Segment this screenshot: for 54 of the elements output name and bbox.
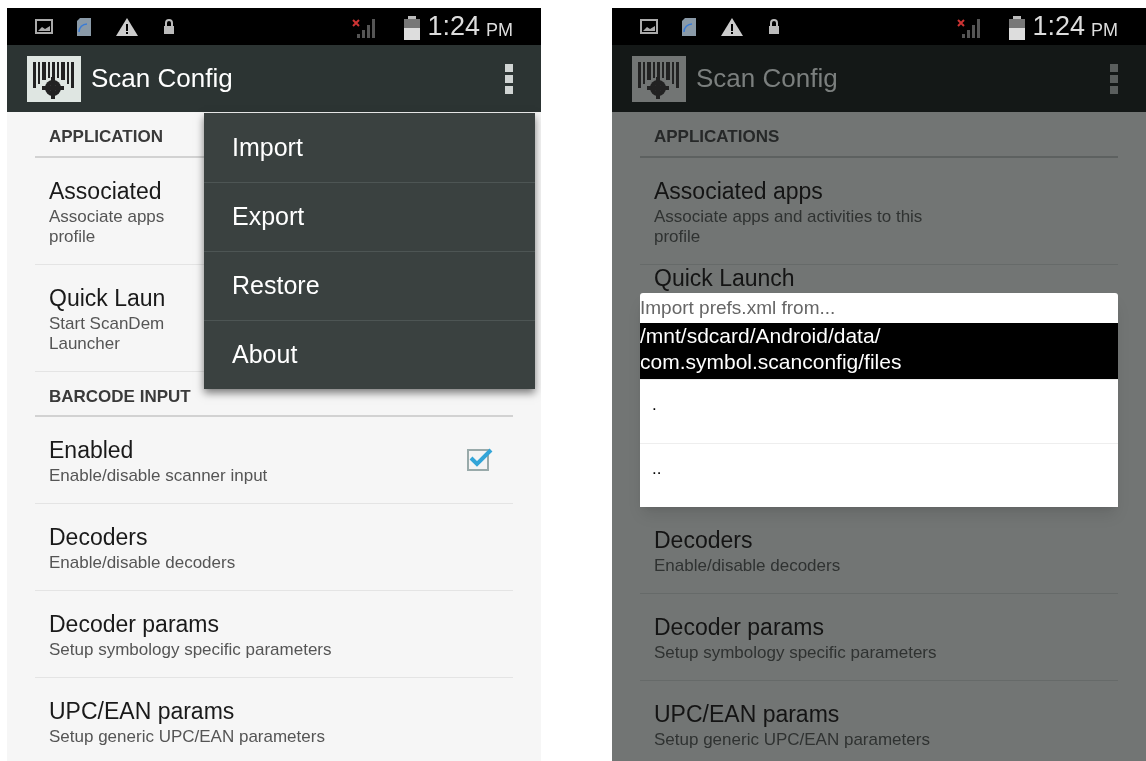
battery-icon [1008, 16, 1027, 40]
app-logo-icon [27, 55, 81, 102]
setting-summary: Setup generic UPC/EAN parameters [654, 729, 930, 750]
setting-summary: Setup generic UPC/EAN parameters [49, 727, 325, 747]
setting-title[interactable]: UPC/EAN params [49, 695, 235, 727]
sd-card-icon [77, 17, 91, 36]
setting-title[interactable]: Decoders [654, 523, 753, 556]
setting-summary: Start ScanDem [49, 313, 165, 334]
menu-item[interactable]: Import [204, 113, 535, 182]
folder-option[interactable]: . [640, 378, 1118, 443]
setting-title[interactable]: Associated [49, 174, 162, 207]
setting-summary: Setup symbology specific parameters [654, 642, 937, 663]
setting-title[interactable]: Decoder params [654, 610, 825, 643]
folder-option[interactable]: /mnt/sdcard/Android/data/ com.symbol.scanconfig/files [640, 322, 1118, 379]
picture-icon [35, 19, 53, 34]
app-title: Scan Config [91, 62, 234, 95]
overflow-menu-icon[interactable] [505, 63, 513, 94]
picture-icon [640, 19, 658, 34]
setting-summary: Associate apps [49, 206, 165, 227]
setting-title[interactable]: Enabled [49, 434, 134, 466]
section-header: BARCODE INPUT [49, 386, 191, 406]
menu-item[interactable]: About [204, 320, 535, 389]
clock-period: PM [486, 21, 513, 39]
menu-item[interactable]: Restore [204, 251, 535, 320]
setting-title[interactable]: UPC/EAN params [654, 697, 840, 730]
setting-title[interactable]: Quick Laun [49, 281, 166, 314]
setting-summary: Launcher [49, 333, 120, 354]
setting-title[interactable]: Decoder params [49, 608, 220, 640]
setting-summary: Enable/disable scanner input [49, 466, 268, 486]
clock-time: 1:24 [427, 13, 480, 40]
setting-summary: Enable/disable decoders [49, 553, 236, 573]
sd-card-icon [682, 17, 696, 36]
clock-period: PM [1091, 21, 1118, 39]
app-logo-icon [632, 55, 686, 102]
menu-item[interactable]: Export [204, 182, 535, 251]
clock-time: 1:24 [1032, 13, 1085, 40]
setting-summary: Setup symbology specific parameters [49, 640, 332, 660]
section-header: APPLICATIONS [654, 127, 780, 146]
setting-title[interactable]: Decoders [49, 521, 148, 553]
setting-title[interactable]: Quick Launch [654, 264, 795, 291]
setting-summary: profile [49, 226, 96, 247]
lock-icon [163, 19, 175, 34]
app-title: Scan Config [696, 62, 839, 95]
setting-summary: profile [654, 226, 701, 247]
warning-icon [115, 16, 139, 37]
lock-icon [768, 19, 780, 34]
setting-summary: Associate apps and activities to this [654, 206, 923, 227]
warning-icon [720, 16, 744, 37]
setting-title[interactable]: Associated apps [654, 174, 823, 207]
folder-option[interactable]: .. [640, 442, 1118, 507]
dialog-title: Import prefs.xml from... [640, 295, 837, 320]
section-header: APPLICATION [49, 127, 163, 146]
battery-icon [403, 16, 422, 40]
setting-summary: Enable/disable decoders [654, 555, 841, 576]
